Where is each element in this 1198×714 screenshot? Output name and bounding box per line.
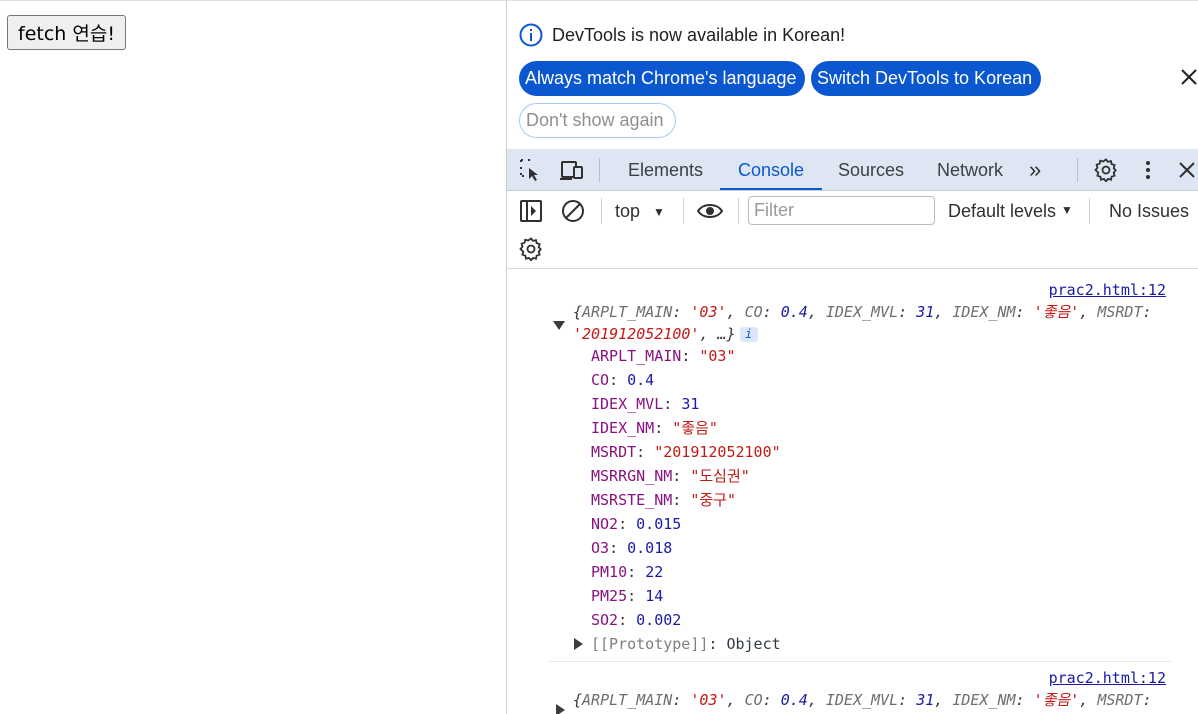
- property-row[interactable]: NO2: 0.015: [591, 513, 681, 535]
- chevron-down-icon: ▼: [653, 205, 665, 219]
- property-row[interactable]: PM25: 14: [591, 585, 663, 607]
- property-key: PM10: [591, 563, 628, 581]
- always-match-language-button[interactable]: Always match Chrome's language: [519, 61, 805, 96]
- infobar-message: DevTools is now available in Korean!: [552, 25, 846, 45]
- chevron-down-icon: ▼: [1061, 203, 1073, 217]
- property-row[interactable]: PM10: 22: [591, 561, 663, 583]
- info-badge-icon[interactable]: i: [739, 327, 758, 342]
- tab-console[interactable]: Console: [720, 149, 822, 190]
- switch-to-korean-button[interactable]: Switch DevTools to Korean: [811, 61, 1041, 96]
- language-infobar: DevTools is now available in Korean! Alw…: [507, 1, 1198, 149]
- property-value: 31: [681, 395, 700, 413]
- property-row[interactable]: MSRRGN_NM: "도심권": [591, 465, 750, 487]
- console-settings-gear-icon[interactable]: [519, 237, 543, 261]
- info-icon: [519, 23, 543, 47]
- toolbar-divider: [738, 198, 739, 224]
- object-summary[interactable]: {ARPLT_MAIN: '03', CO: 0.4, IDEX_MVL: 31…: [573, 689, 1173, 711]
- settings-gear-icon[interactable]: [1094, 158, 1118, 182]
- property-value: "201912052100": [654, 443, 781, 461]
- toolbar-divider: [601, 198, 602, 224]
- prototype-row[interactable]: [[Prototype]]: Object: [591, 633, 781, 655]
- source-link[interactable]: prac2.html:12: [1049, 281, 1166, 299]
- sidebar-toggle-icon[interactable]: [519, 199, 543, 223]
- property-row[interactable]: O3: 0.018: [591, 537, 672, 559]
- object-summary[interactable]: {ARPLT_MAIN: '03', CO: 0.4, IDEX_MVL: 31…: [573, 301, 1173, 345]
- property-row[interactable]: ARPLT_MAIN: "03": [591, 345, 736, 367]
- property-value: 0.015: [636, 515, 682, 533]
- tab-network[interactable]: Network: [937, 149, 1003, 190]
- device-toolbar-icon[interactable]: [560, 158, 584, 182]
- toolbar-divider: [1089, 198, 1090, 224]
- property-value: 14: [645, 587, 664, 605]
- log-levels-dropdown[interactable]: Default levels: [948, 201, 1056, 222]
- property-key: O3: [591, 539, 610, 557]
- source-link[interactable]: prac2.html:12: [1049, 669, 1166, 687]
- fetch-button[interactable]: fetch 연습!: [7, 15, 126, 50]
- dont-show-again-button[interactable]: Don't show again: [519, 103, 676, 138]
- property-key: MSRSTE_NM: [591, 491, 673, 509]
- property-value: "좋음": [672, 419, 718, 437]
- property-key: CO: [591, 371, 610, 389]
- collapse-triangle-icon[interactable]: [553, 321, 565, 330]
- more-tabs-button[interactable]: »: [1029, 149, 1041, 190]
- tab-sources[interactable]: Sources: [838, 149, 904, 190]
- eye-icon[interactable]: [696, 199, 724, 223]
- property-value: "도심권": [690, 467, 750, 485]
- property-key: IDEX_MVL: [591, 395, 664, 413]
- close-devtools-icon[interactable]: [1175, 158, 1198, 182]
- property-row[interactable]: IDEX_NM: "좋음": [591, 417, 718, 439]
- clear-console-icon[interactable]: [561, 199, 585, 223]
- devtools-panel: DevTools is now available in Korean! Alw…: [506, 0, 1198, 714]
- message-divider: [549, 661, 1171, 662]
- web-page: fetch 연습!: [0, 0, 506, 714]
- filter-input[interactable]: [748, 196, 935, 225]
- property-key: NO2: [591, 515, 619, 533]
- property-value: 0.002: [636, 611, 682, 629]
- property-key: MSRDT: [591, 443, 637, 461]
- property-key: MSRRGN_NM: [591, 467, 673, 485]
- property-row[interactable]: SO2: 0.002: [591, 609, 681, 631]
- toolbar-divider: [683, 198, 684, 224]
- property-key: SO2: [591, 611, 619, 629]
- property-row[interactable]: MSRSTE_NM: "중구": [591, 489, 736, 511]
- console-toolbar: top ▼ Default levels ▼ No Issues: [507, 191, 1198, 269]
- property-row[interactable]: IDEX_MVL: 31: [591, 393, 699, 415]
- property-value: "중구": [690, 491, 737, 509]
- property-row[interactable]: MSRDT: "201912052100": [591, 441, 781, 463]
- more-options-icon[interactable]: [1136, 158, 1160, 182]
- property-key: ARPLT_MAIN: [591, 347, 682, 365]
- issues-counter[interactable]: No Issues: [1109, 201, 1189, 222]
- context-selector[interactable]: top: [615, 201, 640, 222]
- inspect-element-icon[interactable]: [519, 158, 543, 182]
- expand-triangle-icon[interactable]: [574, 638, 583, 650]
- property-value: 22: [645, 563, 664, 581]
- property-value: "03": [699, 347, 736, 365]
- property-key: PM25: [591, 587, 628, 605]
- toolbar-divider: [599, 158, 600, 182]
- property-key: IDEX_NM: [591, 419, 655, 437]
- expand-triangle-icon[interactable]: [556, 704, 565, 714]
- property-value: 0.4: [627, 371, 655, 389]
- toolbar-divider: [1077, 158, 1078, 182]
- tab-elements[interactable]: Elements: [628, 149, 703, 190]
- devtools-tabbar: Elements Console Sources Network »: [507, 149, 1198, 191]
- property-row[interactable]: CO: 0.4: [591, 369, 654, 391]
- property-value: 0.018: [627, 539, 673, 557]
- close-icon[interactable]: [1179, 67, 1198, 87]
